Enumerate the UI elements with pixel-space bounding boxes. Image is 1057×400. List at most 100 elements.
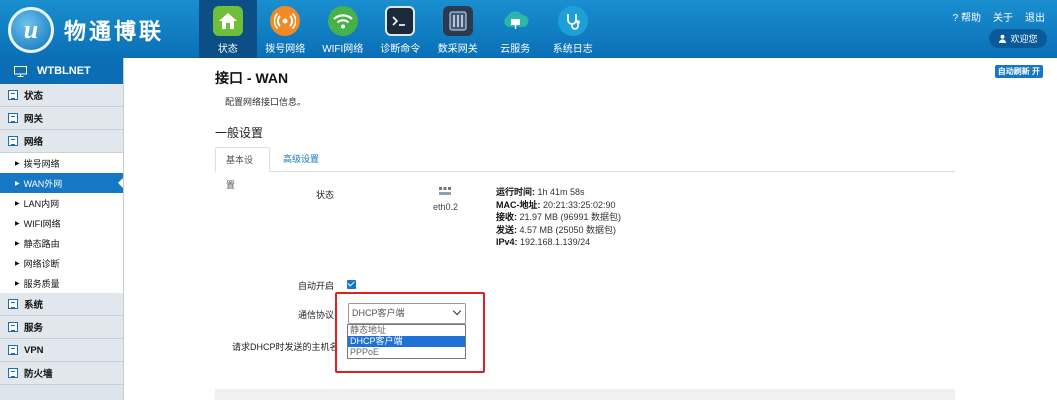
sidebar-item-firewall[interactable]: 防火墙 (0, 362, 123, 385)
protocol-label: 通信协议 (298, 310, 335, 320)
exit-link[interactable]: 退出 (1025, 9, 1045, 24)
home-icon (212, 6, 243, 36)
sidebar-subitem-label: 静态路由 (23, 238, 60, 249)
main-nav: 状态 拨号网络 WIFI网络 诊断命令 数采网关 云服务 系统日志 (199, 0, 602, 58)
ethernet-port-icon (439, 187, 451, 195)
gateway-icon (442, 6, 473, 36)
caret-right-icon: ▶ (15, 220, 20, 227)
sidebar-item-network[interactable]: 网络 (0, 130, 123, 153)
sidebar-header: WTBLNET (0, 58, 123, 84)
sidebar: WTBLNET 状态 网关 网络 ▶ 拨号网络 ▶ WAN外网 ▶ LAN内网 ▶ WI… (0, 58, 124, 400)
settings-tabs: 基本设置 高级设置 (215, 147, 955, 190)
sidebar-subitem-label: 网络诊断 (23, 258, 60, 269)
top-links: ? 帮助 关于 退出 (953, 9, 1045, 24)
sidebar-title: WTBLNET (37, 65, 91, 77)
sidebar-subitem-dial[interactable]: ▶ 拨号网络 (0, 153, 123, 173)
cloud-icon (500, 6, 530, 36)
wifi-icon (327, 6, 358, 36)
status-rx: 接收: 21.97 MB (96991 数据包) (496, 212, 622, 223)
nav-label: WIFI网络 (322, 44, 364, 55)
sidebar-subitem-diagnostics[interactable]: ▶ 网络诊断 (0, 253, 123, 273)
nav-system-log[interactable]: 系统日志 (544, 0, 602, 58)
section-title: 一般设置 (215, 126, 264, 140)
nav-label: 数采网关 (437, 44, 478, 55)
sidebar-item-label: VPN (24, 344, 44, 356)
stethoscope-icon (557, 6, 588, 36)
sidebar-subitem-label: 拨号网络 (23, 158, 60, 169)
caret-right-icon: ▶ (15, 180, 20, 187)
sidebar-subitem-wan[interactable]: ▶ WAN外网 (0, 173, 123, 193)
nav-status[interactable]: 状态 (199, 0, 257, 58)
list-icon (8, 345, 18, 355)
autostart-checkbox[interactable] (347, 280, 356, 289)
user-icon (999, 34, 1007, 43)
list-icon (8, 299, 18, 309)
sidebar-subitem-static-route[interactable]: ▶ 静态路由 (0, 233, 123, 253)
nav-label: 系统日志 (552, 44, 593, 55)
nav-dial-network[interactable]: 拨号网络 (257, 0, 315, 58)
status-tx: 发送: 4.57 MB (25050 数据包) (496, 224, 617, 235)
caret-right-icon: ▶ (15, 240, 20, 247)
logo-emblem: u (8, 7, 54, 53)
sidebar-item-vpn[interactable]: VPN (0, 339, 123, 362)
sidebar-subitem-lan[interactable]: ▶ LAN内网 (0, 193, 123, 213)
sidebar-item-gateway[interactable]: 网关 (0, 107, 123, 130)
interface-name: eth0.2 (433, 202, 459, 212)
status-label: 状态 (316, 190, 335, 200)
auto-refresh-toggle[interactable]: 自动刷新 开 (994, 65, 1043, 78)
sidebar-subitem-label: WAN外网 (23, 178, 63, 189)
caret-right-icon: ▶ (15, 200, 20, 207)
brand-logo[interactable]: u 物通博联 (8, 6, 198, 53)
sidebar-subitem-wifi[interactable]: ▶ WIFI网络 (0, 213, 123, 233)
highlight-box (335, 292, 485, 373)
sidebar-item-status[interactable]: 状态 (0, 84, 123, 107)
user-label: 欢迎您 (1010, 34, 1038, 44)
terminal-icon (385, 6, 416, 36)
autostart-label: 自动开启 (298, 281, 335, 291)
main-content: 接口 - WAN 自动刷新 开 配置网络接口信息。 一般设置 基本设置 高级设置… (124, 58, 1057, 400)
sidebar-subitem-label: WIFI网络 (23, 218, 61, 229)
signal-icon (270, 6, 301, 36)
help-link[interactable]: ? 帮助 (953, 9, 981, 24)
nav-label: 云服务 (500, 44, 531, 55)
sidebar-item-label: 状态 (24, 91, 44, 102)
sidebar-item-system[interactable]: 系统 (0, 293, 123, 316)
help-label: 帮助 (961, 13, 981, 24)
list-icon (8, 136, 18, 146)
caret-right-icon: ▶ (15, 280, 20, 287)
sidebar-subitem-qos[interactable]: ▶ 服务质量 (0, 273, 123, 293)
list-icon (8, 322, 18, 332)
caret-right-icon: ▶ (15, 160, 20, 167)
list-icon (8, 90, 18, 100)
sidebar-item-label: 网络 (24, 137, 44, 148)
sidebar-item-label: 服务 (24, 323, 44, 334)
nav-diagnostics[interactable]: 诊断命令 (372, 0, 430, 58)
tab-advanced-settings[interactable]: 高级设置 (273, 147, 329, 172)
sidebar-item-label: 防火墙 (24, 369, 53, 380)
nav-cloud[interactable]: 云服务 (487, 0, 545, 58)
monitor-icon (14, 65, 27, 77)
page-title: 接口 - WAN (215, 70, 289, 86)
nav-wifi[interactable]: WIFI网络 (314, 0, 372, 58)
list-icon (8, 368, 18, 378)
user-button[interactable]: 欢迎您 (989, 29, 1047, 48)
status-uptime: 运行时间: 1h 41m 58s (496, 187, 585, 197)
caret-right-icon: ▶ (15, 260, 20, 267)
nav-label: 诊断命令 (380, 44, 421, 55)
status-ipv4: IPv4: 192.168.1.139/24 (496, 237, 591, 248)
sidebar-item-services[interactable]: 服务 (0, 316, 123, 339)
status-details: 运行时间: 1h 41m 58s MAC-地址: 20:21:33:25:02:… (496, 186, 621, 249)
tab-basic-settings[interactable]: 基本设置 (215, 147, 270, 190)
form-footer (215, 389, 955, 400)
page-description: 配置网络接口信息。 (225, 97, 307, 107)
about-link[interactable]: 关于 (993, 9, 1013, 24)
hostname-label: 请求DHCP时发送的主机名 (232, 342, 339, 352)
nav-data-gateway[interactable]: 数采网关 (429, 0, 487, 58)
sidebar-subitem-label: 服务质量 (23, 278, 60, 289)
nav-label: 状态 (217, 44, 238, 55)
nav-label: 拨号网络 (265, 44, 306, 55)
top-header: u 物通博联 状态 拨号网络 WIFI网络 诊断命令 数采网关 云服务 系统日志… (0, 0, 1057, 58)
sidebar-item-label: 网关 (24, 114, 44, 125)
sidebar-item-label: 系统 (24, 300, 44, 311)
list-icon (8, 113, 18, 123)
